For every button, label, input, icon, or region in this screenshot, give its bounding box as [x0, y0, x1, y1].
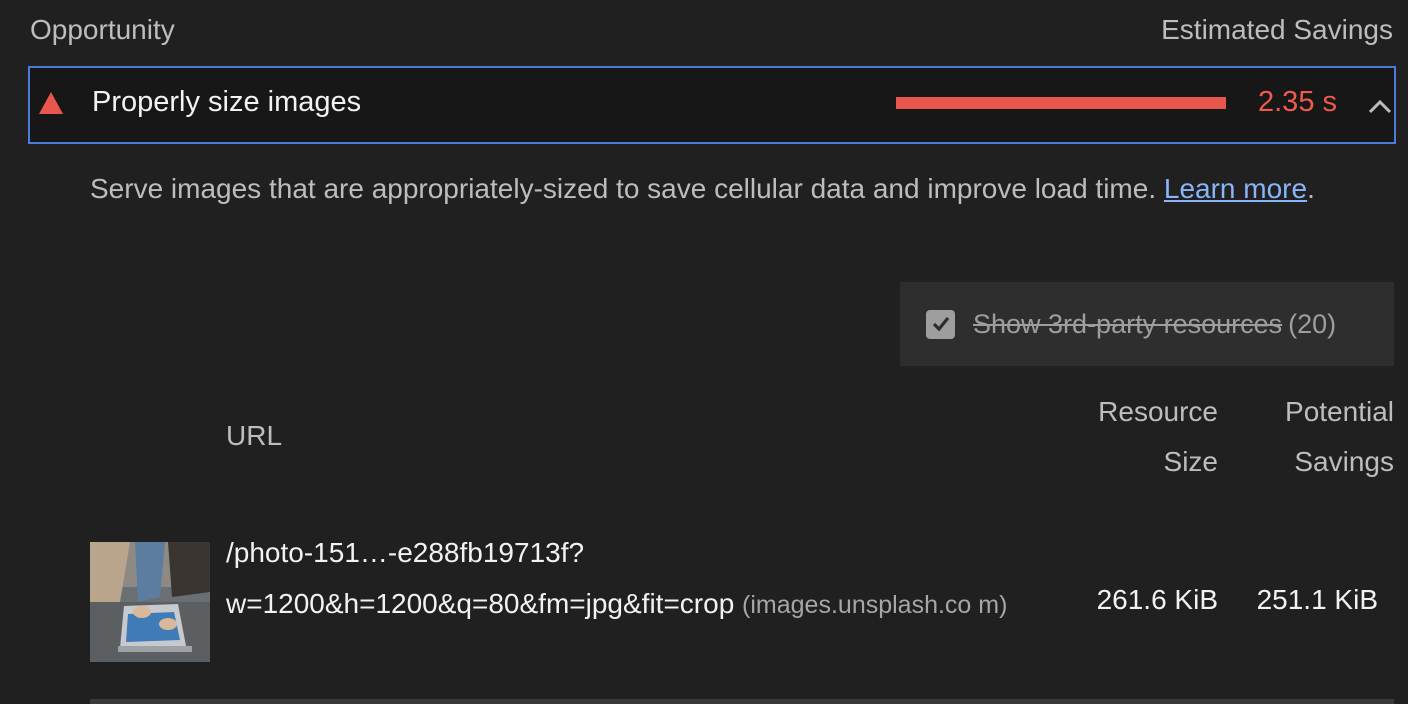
table-row-url: /photo-151…-e288fb19713f? w=1200&h=1200&…	[226, 527, 1056, 631]
estimated-savings-column-label: Estimated Savings	[1161, 14, 1393, 45]
resource-size-header-line2: Size	[1163, 446, 1218, 477]
savings-value: 2.35 s	[1258, 86, 1337, 118]
audit-description: Serve images that are appropriately-size…	[90, 164, 1360, 214]
url-column-header: URL	[226, 420, 283, 451]
learn-more-link[interactable]: Learn more	[1164, 173, 1307, 204]
description-period: .	[1307, 173, 1315, 204]
audit-panel: Opportunity Estimated Savings Properly s…	[0, 0, 1408, 704]
opportunity-header: Opportunity Estimated Savings	[30, 12, 1393, 48]
warning-triangle-icon	[39, 92, 63, 114]
audit-title: Properly size images	[92, 86, 362, 118]
url-host: (images.unsplash.co m)	[742, 591, 1008, 619]
savings-bar	[896, 97, 1226, 109]
checkmark-icon	[932, 316, 949, 332]
resource-size-column-header: Resource Size	[1060, 387, 1218, 487]
description-text: Serve images that are appropriately-size…	[90, 173, 1164, 204]
potential-savings-header-line1: Potential	[1285, 396, 1394, 427]
third-party-label[interactable]: Show 3rd-party resources	[973, 309, 1282, 340]
potential-savings-header-line2: Savings	[1294, 446, 1394, 477]
resource-size-header-line1: Resource	[1098, 396, 1218, 427]
resource-size-cell: 261.6 KiB	[1096, 584, 1218, 615]
savings-bar-fill	[896, 97, 1226, 109]
url-path-line1: /photo-151…-e288fb19713f?	[226, 537, 585, 568]
url-path-line2: w=1200&h=1200&q=80&fm=jpg&fit=crop	[226, 588, 735, 619]
potential-savings-column-header: Potential Savings	[1240, 387, 1394, 487]
potential-savings-cell: 251.1 KiB	[1256, 584, 1378, 615]
third-party-count: (20)	[1288, 308, 1337, 339]
image-thumbnail	[90, 542, 210, 662]
chevron-up-icon[interactable]	[1366, 92, 1394, 120]
third-party-checkbox[interactable]	[926, 309, 955, 339]
third-party-filter[interactable]: Show 3rd-party resources (20)	[900, 282, 1394, 366]
audit-summary-row[interactable]: Properly size images 2.35 s	[28, 66, 1396, 144]
table-row-divider	[90, 699, 1394, 704]
opportunity-column-label: Opportunity	[30, 14, 175, 45]
